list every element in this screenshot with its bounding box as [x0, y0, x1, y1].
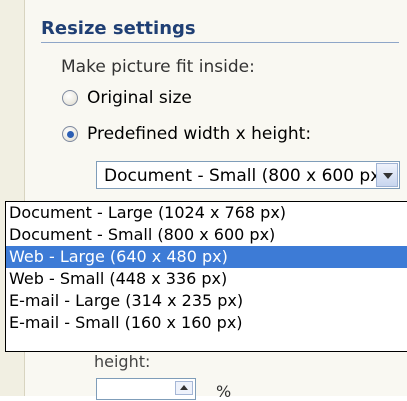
height-label: height:	[94, 352, 151, 371]
dropdown-option[interactable]: Document - Large (1024 x 768 px)	[6, 202, 407, 224]
section-divider	[41, 42, 399, 43]
chevron-down-icon[interactable]	[376, 163, 398, 187]
size-preset-dropdown-list: Document - Large (1024 x 768 px) Documen…	[5, 201, 407, 352]
predefined-label: Predefined width x height:	[87, 124, 312, 144]
percent-unit-label: %	[216, 382, 232, 401]
height-stepper[interactable]	[96, 378, 196, 400]
original-size-radio-icon[interactable]	[62, 90, 78, 106]
dropdown-option[interactable]: E-mail - Small (160 x 160 px)	[6, 312, 407, 334]
dropdown-option[interactable]: E-mail - Large (314 x 235 px)	[6, 290, 407, 312]
section-header: Resize settings	[41, 18, 196, 39]
original-size-label: Original size	[87, 88, 192, 108]
size-preset-combobox[interactable]: Document - Small (800 x 600 px)	[96, 161, 400, 189]
predefined-radio-icon[interactable]	[62, 126, 78, 142]
dropdown-option-highlighted[interactable]: Web - Large (640 x 480 px)	[6, 246, 407, 268]
dropdown-option[interactable]: Document - Small (800 x 600 px)	[6, 224, 407, 246]
radio-original-size[interactable]: Original size	[62, 88, 192, 108]
dropdown-option[interactable]: Web - Small (448 x 336 px)	[6, 268, 407, 290]
fit-inside-label: Make picture fit inside:	[61, 57, 255, 77]
combo-selected-value: Document - Small (800 x 600 px)	[104, 166, 387, 186]
chevron-up-icon[interactable]	[175, 381, 193, 395]
radio-predefined[interactable]: Predefined width x height:	[62, 124, 311, 144]
